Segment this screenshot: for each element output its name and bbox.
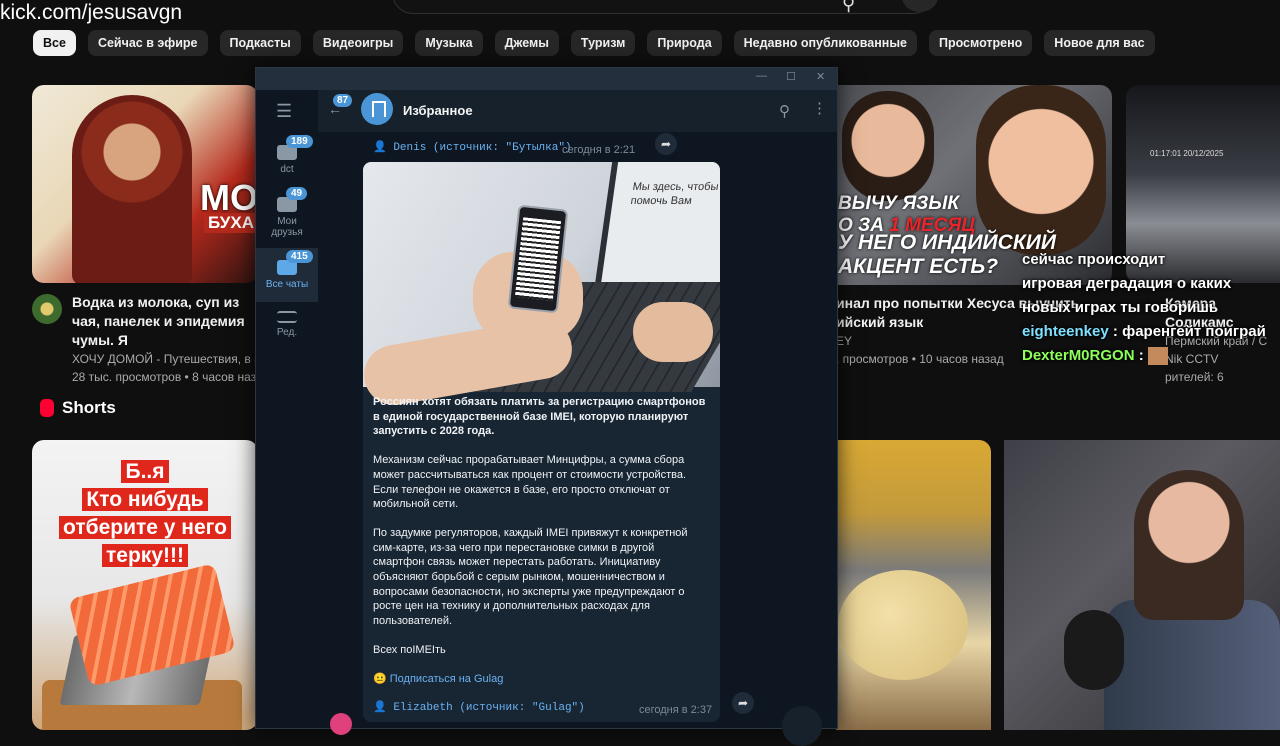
hand (633, 302, 713, 362)
subscribe-link-row[interactable]: 😐 Подписаться на Gulag (373, 672, 708, 687)
chat-text: фаренгейт поиграй (1122, 323, 1266, 340)
chat-username: eighteenkey (1022, 323, 1109, 340)
short-caption-line: терку!!! (102, 544, 188, 567)
video-thumbnail[interactable]: МОН БУХАРИ (32, 85, 258, 283)
video-meta: рителей: 6 (1165, 370, 1224, 384)
back-unread-badge: 87 (333, 94, 353, 107)
chip-music[interactable]: Музыка (415, 30, 483, 56)
thumbnail-face (842, 91, 934, 201)
message-paragraph: По задумке регуляторов, каждый IMEI прив… (373, 526, 688, 628)
reaction-avatar[interactable] (330, 713, 352, 735)
laptop-screen: Мы здесь, чтобы помочь Вам (593, 162, 720, 292)
streamer-webcam (1004, 440, 1280, 730)
edit-sliders-icon (277, 311, 297, 323)
message-bubble[interactable]: Мы здесь, чтобы помочь Вам Россиян хотят… (363, 162, 720, 722)
more-options-icon[interactable]: ⋮ (812, 99, 827, 117)
unread-badge: 189 (286, 135, 313, 148)
minimize-icon[interactable]: — (756, 70, 767, 82)
forwarded-from[interactable]: 👤 Elizabeth (источник: "Gulag") (373, 700, 585, 714)
chat-message: DexterM0RGON : (1022, 344, 1266, 368)
shorts-icon (40, 399, 54, 417)
short-caption-line: отберите у него (59, 516, 231, 539)
thumbnail-subtext: БУХАРИ (204, 213, 258, 233)
message-headline: Россиян хотят обязать платить за регистр… (373, 396, 706, 438)
chat-emote (1147, 347, 1168, 366)
channel-name[interactable]: ХОЧУ ДОМОЙ - Путешествия, в ко (72, 350, 258, 368)
chat-title[interactable]: Избранное (403, 103, 473, 118)
message-photo[interactable]: Мы здесь, чтобы помочь Вам (363, 162, 720, 410)
streamer-face (1134, 470, 1244, 620)
chat-username: DexterM0RGON (1022, 347, 1135, 364)
unread-badge: 415 (286, 250, 313, 263)
video-meta: 28 тыс. просмотров • 8 часов наз (72, 370, 257, 384)
chip-all[interactable]: Все (33, 30, 76, 56)
chip-live[interactable]: Сейчас в эфире (87, 30, 208, 56)
stream-chat-overlay: сейчас происходит игровая деградация о к… (1022, 248, 1266, 368)
chat-message: сейчас происходит (1022, 251, 1166, 268)
chip-recent[interactable]: Недавно опубликованные (733, 30, 917, 56)
category-chips: Все Сейчас в эфире Подкасты Видеоигры Му… (33, 30, 1155, 56)
laptop-screen-text: Мы здесь, чтобы помочь Вам (629, 181, 720, 207)
message-time: сегодня в 2:37 (639, 704, 713, 716)
neutral-face-emoji: 😐 (373, 672, 387, 685)
scroll-down-button[interactable] (782, 706, 822, 746)
shorts-label: Shorts (62, 398, 116, 417)
folder-edit[interactable]: Ред. (256, 311, 318, 338)
short-thumbnail[interactable]: Б..я Кто нибудь отберите у него терку!!! (32, 440, 258, 730)
thumbnail-face (976, 85, 1106, 255)
message-time: сегодня в 2:21 (562, 144, 636, 156)
search-icon[interactable]: ⚲ (779, 102, 790, 120)
thumbnail-person (72, 95, 192, 283)
folder-label: Все чаты (265, 279, 309, 290)
video-title[interactable]: Водка из молока, суп из чая, панелек и э… (72, 293, 258, 350)
video-thumbnail[interactable] (836, 440, 991, 730)
forward-source[interactable]: Denis (источник: "Бутылка") (393, 142, 571, 154)
unread-badge: 49 (286, 187, 308, 200)
forward-source[interactable]: Elizabeth (источник: "Gulag") (393, 702, 584, 714)
maximize-icon[interactable]: ☐ (786, 70, 796, 83)
microphone (1064, 610, 1124, 690)
message-text: Россиян хотят обязать платить за регистр… (373, 395, 708, 700)
salmon-fillet (68, 563, 236, 687)
chip-watched[interactable]: Просмотрено (928, 30, 1033, 56)
channel-avatar[interactable] (32, 294, 62, 324)
bread-dough (838, 570, 968, 680)
chip-jams[interactable]: Джемы (494, 30, 559, 56)
chat-message: игровая деградация о каких (1022, 275, 1232, 292)
camera-timestamp: 01:17:01 20/12/2025 (1150, 149, 1224, 158)
stream-url-overlay: kick.com/jesusavgn (0, 1, 183, 24)
short-caption-line: Б..я (121, 460, 169, 483)
chat-message: новых играх ты говоришь (1022, 299, 1219, 316)
folder-sidebar (256, 90, 318, 728)
hamburger-menu-icon[interactable]: ☰ (276, 101, 292, 122)
chip-new-for-you[interactable]: Новое для вас (1044, 30, 1155, 56)
window-titlebar[interactable]: — ☐ ✕ (256, 68, 837, 90)
folder-my-friends[interactable]: 49 Мои друзья (256, 187, 318, 238)
close-icon[interactable]: ✕ (816, 70, 825, 83)
shorts-heading: Shorts (40, 398, 116, 418)
folder-all-chats[interactable]: 415 Все чаты (256, 248, 318, 302)
chip-nature[interactable]: Природа (647, 30, 722, 56)
folder-label: dct (280, 164, 294, 175)
folder-label: Мои друзья (271, 216, 303, 238)
chip-podcasts[interactable]: Подкасты (219, 30, 301, 56)
folder-label: Ред. (276, 327, 298, 338)
forward-button[interactable]: ➦ (655, 133, 677, 155)
chip-tourism[interactable]: Туризм (570, 30, 636, 56)
message-paragraph: Всех поIMEIть (373, 643, 446, 656)
video-info: Водка из молока, суп из чая, панелек и э… (72, 293, 258, 386)
search-icon[interactable]: ⚲ (842, 0, 855, 15)
short-caption-line: Кто нибудь (82, 488, 208, 511)
folder-dct[interactable]: 189 dct (256, 135, 318, 175)
chat-message: eighteenkey : фаренгейт поиграй (1022, 323, 1266, 340)
subscribe-link[interactable]: Подписаться на Gulag (390, 673, 504, 685)
forward-button[interactable]: ➦ (732, 692, 754, 714)
forwarded-from[interactable]: 👤 Denis (источник: "Бутылка") (373, 140, 572, 154)
chat-header (318, 90, 837, 132)
short-caption: Б..я Кто нибудь отберите у него терку!!! (32, 458, 258, 570)
message-paragraph: Механизм сейчас прорабатывает Минцифры, … (373, 454, 687, 511)
saved-messages-avatar[interactable] (361, 93, 393, 125)
chip-videogames[interactable]: Видеоигры (312, 30, 404, 56)
telegram-window: — ☐ ✕ ☰ 189 dct 49 Мои друзья 415 Все ча… (255, 67, 838, 729)
